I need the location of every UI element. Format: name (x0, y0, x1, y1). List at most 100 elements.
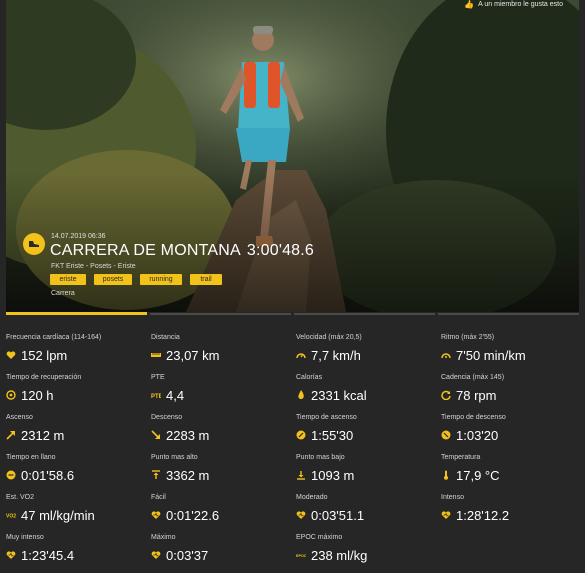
stat-label: Velocidad (máx 20,5) (296, 334, 362, 341)
stat-heart-very-intense: Muy intenso 1:23'45.4 (6, 533, 151, 573)
likes-indicator[interactable]: 👍 A un miembro le gusta esto (464, 0, 563, 9)
stat-label: Ascenso (6, 414, 33, 421)
stat-value: 238 ml/kg (311, 547, 368, 563)
tab-3[interactable] (294, 313, 435, 315)
stat-value: 0:01'58.6 (21, 467, 75, 483)
flat-time-icon (6, 470, 16, 480)
stat-value: 120 h (21, 387, 54, 403)
stat-label: Máximo (151, 534, 176, 541)
stat-label: Tiempo de descenso (441, 414, 506, 421)
stat-label: Punto mas alto (151, 454, 198, 461)
lowest-point-icon (296, 470, 306, 480)
stat-value: 7,7 km/h (311, 347, 361, 363)
stat-value-row: 120 h (6, 387, 151, 403)
heart-max-icon (151, 550, 161, 560)
speedometer-icon (296, 350, 306, 360)
tag-running[interactable]: running (140, 274, 182, 285)
stat-value-row: 2331 kcal (296, 387, 441, 403)
stat-value: 47 ml/kg/min (21, 507, 95, 523)
ascent-time-icon (296, 430, 306, 440)
tag-posets[interactable]: posets (94, 274, 132, 285)
pace-icon (441, 350, 451, 360)
highest-point-icon (151, 470, 161, 480)
stat-flat-time: Tiempo en llano 0:01'58.6 (6, 453, 151, 493)
activity-title: CARRERA DE MONTANA 3:00'48.6 (50, 242, 314, 260)
stat-pte: PTE PTE 4,4 (151, 373, 296, 413)
stat-value: 1:55'30 (311, 427, 354, 443)
stat-value-row: 7,7 km/h (296, 347, 441, 363)
stat-thermometer: Temperatura 17,9 °C (441, 453, 582, 493)
stat-value-row: 0:01'22.6 (151, 507, 296, 523)
stat-value-row: 23,07 km (151, 347, 296, 363)
stat-value: 2283 m (166, 427, 210, 443)
descent-arrow-icon (151, 430, 161, 440)
stat-value-row: 1093 m (296, 467, 441, 483)
stat-value-row: 0:03'37 (151, 547, 296, 563)
stat-value-row: PTE 4,4 (151, 387, 296, 403)
stat-label: Fácil (151, 494, 166, 501)
stat-value: 78 rpm (456, 387, 497, 403)
activity-hero-photo: 👍 A un miembro le gusta esto 14.07.2019 … (6, 0, 579, 312)
recovery-icon (6, 390, 16, 400)
tag-eriste[interactable]: eriste (50, 274, 86, 285)
stat-value-row: 152 lpm (6, 347, 151, 363)
stat-value: 2312 m (21, 427, 65, 443)
stat-value-row: 17,9 °C (441, 467, 582, 483)
stat-label: Frecuencia cardíaca (114-164) (6, 334, 102, 341)
stat-ascent-arrow: Ascenso 2312 m (6, 413, 151, 453)
tab-summary[interactable] (6, 312, 147, 315)
stats-grid: Frecuencia cardíaca (114-164) 152 lpm Dist… (6, 333, 582, 573)
stat-value: 1093 m (311, 467, 355, 483)
stat-label: Muy intenso (6, 534, 44, 541)
stat-flame: Calorías 2331 kcal (296, 373, 441, 413)
stat-heart: Frecuencia cardíaca (114-164) 152 lpm (6, 333, 151, 373)
thumbs-up-icon: 👍 (464, 0, 475, 9)
stat-value: 1:28'12.2 (456, 507, 510, 523)
stat-value: 2331 kcal (311, 387, 367, 403)
tag-trail[interactable]: trail (190, 274, 222, 285)
stat-label: Tiempo en llano (6, 454, 56, 461)
activity-duration: 3:00'48.6 (246, 242, 315, 259)
stat-value: 0:03'51.1 (311, 507, 365, 523)
stat-value-row: 3362 m (151, 467, 296, 483)
vo2-icon: VO2 (6, 510, 16, 520)
stat-value: 17,9 °C (456, 467, 500, 483)
tab-2[interactable] (150, 313, 291, 315)
stat-lowest-point: Punto mas bajo 1093 m (296, 453, 441, 493)
stat-value: 0:01'22.6 (166, 507, 220, 523)
stat-descent-time: Tiempo de descenso 1:03'20 (441, 413, 582, 453)
stat-pace: Ritmo (máx 2'55) 7'50 min/km (441, 333, 582, 373)
stat-label: Est. VO2 (6, 494, 35, 501)
stat-label: Cadencia (máx 145) (441, 374, 505, 381)
activity-location: FKT Eriste - Posets - Eriste (51, 263, 136, 270)
stat-label: Intenso (441, 494, 464, 501)
stat-value-row: 78 rpm (441, 387, 582, 403)
stat-value-row: 2312 m (6, 427, 151, 443)
stat-label: Tiempo de recuperación (6, 374, 82, 381)
stat-ascent-time: Tiempo de ascenso 1:55'30 (296, 413, 441, 453)
stat-vo2: Est. VO2 VO2 47 ml/kg/min (6, 493, 151, 533)
activity-tags: eriste posets running trail (50, 274, 222, 285)
stat-label: Punto mas bajo (296, 454, 345, 461)
stat-value-row: 1:55'30 (296, 427, 441, 443)
epoc-icon: EPOC (296, 550, 306, 560)
stat-heart-max: Máximo 0:03'37 (151, 533, 296, 573)
stat-value-row: 1:28'12.2 (441, 507, 582, 523)
stat-label: Tiempo de ascenso (296, 414, 357, 421)
stat-value: 3362 m (166, 467, 210, 483)
tab-4[interactable] (438, 313, 579, 315)
activity-sport: Carrera (51, 290, 75, 297)
stat-label: Moderado (296, 494, 328, 501)
heart-intense-icon (441, 510, 451, 520)
activity-name: CARRERA DE MONTANA (50, 242, 241, 259)
likes-text: A un miembro le gusta esto (478, 1, 563, 8)
running-shoe-icon (23, 233, 45, 255)
stat-value: 0:03'37 (166, 547, 209, 563)
heart-icon (6, 350, 16, 360)
heart-very-intense-icon (6, 550, 16, 560)
cadence-icon (441, 390, 451, 400)
stat-label: EPOC máximo (296, 534, 343, 541)
stat-heart-intense: Intenso 1:28'12.2 (441, 493, 582, 533)
stat-value: 1:03'20 (456, 427, 499, 443)
stat-descent-arrow: Descenso 2283 m (151, 413, 296, 453)
